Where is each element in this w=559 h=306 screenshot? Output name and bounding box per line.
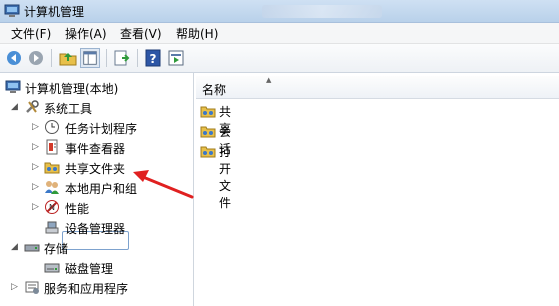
collapsed-arrow-icon[interactable]: ▷ (32, 202, 42, 212)
help-icon[interactable]: ? (143, 48, 163, 68)
properties-icon[interactable] (166, 48, 186, 68)
open-files-icon (200, 146, 216, 158)
menu-view[interactable]: 查看(V) (117, 25, 165, 42)
clock-icon (45, 120, 59, 134)
tree-label: 设备管理器 (65, 222, 126, 236)
list-item-label: 打开文件 (219, 145, 232, 210)
menu-bar: 文件(F) 操作(A) 查看(V) 帮助(H) (0, 23, 559, 44)
content-list: ▲ 名称 共享 会话 打开文件 (196, 73, 559, 306)
shared-folder-icon (44, 162, 60, 174)
forward-icon[interactable] (26, 48, 46, 68)
tree-label: 服务和应用程序 (44, 282, 129, 296)
computer-management-icon (4, 4, 20, 17)
export-icon[interactable] (112, 48, 132, 68)
navigation-tree: 计算机管理(本地) ◢ 系统工具 ▷ 任务计划程序 ▷ 事件查看器 ▷ 共享文件… (0, 73, 194, 306)
performance-icon: N (45, 200, 59, 214)
collapsed-arrow-icon[interactable]: ▷ (32, 182, 42, 192)
toolbar: ? (0, 44, 559, 73)
device-manager-icon (45, 221, 59, 234)
disk-icon (44, 263, 60, 273)
collapsed-arrow-icon[interactable]: ▷ (32, 162, 42, 172)
storage-icon (24, 244, 40, 252)
collapsed-arrow-icon[interactable]: ▷ (32, 142, 42, 152)
session-icon (200, 126, 216, 138)
expanded-arrow-icon[interactable]: ◢ (11, 102, 21, 112)
tree-label: 共享文件夹 (65, 162, 126, 176)
tree-label: 磁盘管理 (65, 262, 114, 276)
share-icon (200, 106, 216, 118)
menu-file[interactable]: 文件(F) (8, 25, 54, 42)
window-title: 计算机管理 (24, 5, 85, 19)
tree-label: 任务计划程序 (65, 122, 138, 136)
tree-label: 本地用户和组 (65, 182, 138, 196)
svg-text:N: N (49, 203, 55, 212)
show-tree-icon[interactable] (80, 48, 100, 68)
menu-help[interactable]: 帮助(H) (173, 25, 221, 42)
tree-label: 事件查看器 (65, 142, 126, 156)
collapsed-arrow-icon[interactable]: ▷ (32, 122, 42, 132)
event-viewer-icon (46, 139, 58, 155)
collapsed-arrow-icon[interactable]: ▷ (11, 282, 21, 292)
sort-ascending-icon: ▲ (266, 76, 272, 84)
tools-icon (26, 100, 39, 113)
blurred-region (262, 5, 382, 18)
menu-action[interactable]: 操作(A) (62, 25, 110, 42)
computer-management-icon (5, 80, 21, 93)
back-icon[interactable] (4, 48, 24, 68)
tree-label: 存储 (44, 242, 69, 256)
users-icon (45, 181, 59, 194)
column-header-filler (346, 76, 559, 99)
column-header-name[interactable]: ▲ 名称 (196, 76, 347, 99)
title-bar: 计算机管理 (0, 0, 559, 23)
expanded-arrow-icon[interactable]: ◢ (11, 242, 21, 252)
up-folder-icon[interactable] (58, 48, 78, 68)
tree-label: 计算机管理(本地) (25, 82, 119, 96)
services-icon (25, 281, 39, 294)
tree-label: 性能 (65, 202, 90, 216)
column-header-label: 名称 (202, 83, 227, 97)
tree-label: 系统工具 (44, 102, 93, 116)
svg-text:?: ? (150, 52, 157, 66)
